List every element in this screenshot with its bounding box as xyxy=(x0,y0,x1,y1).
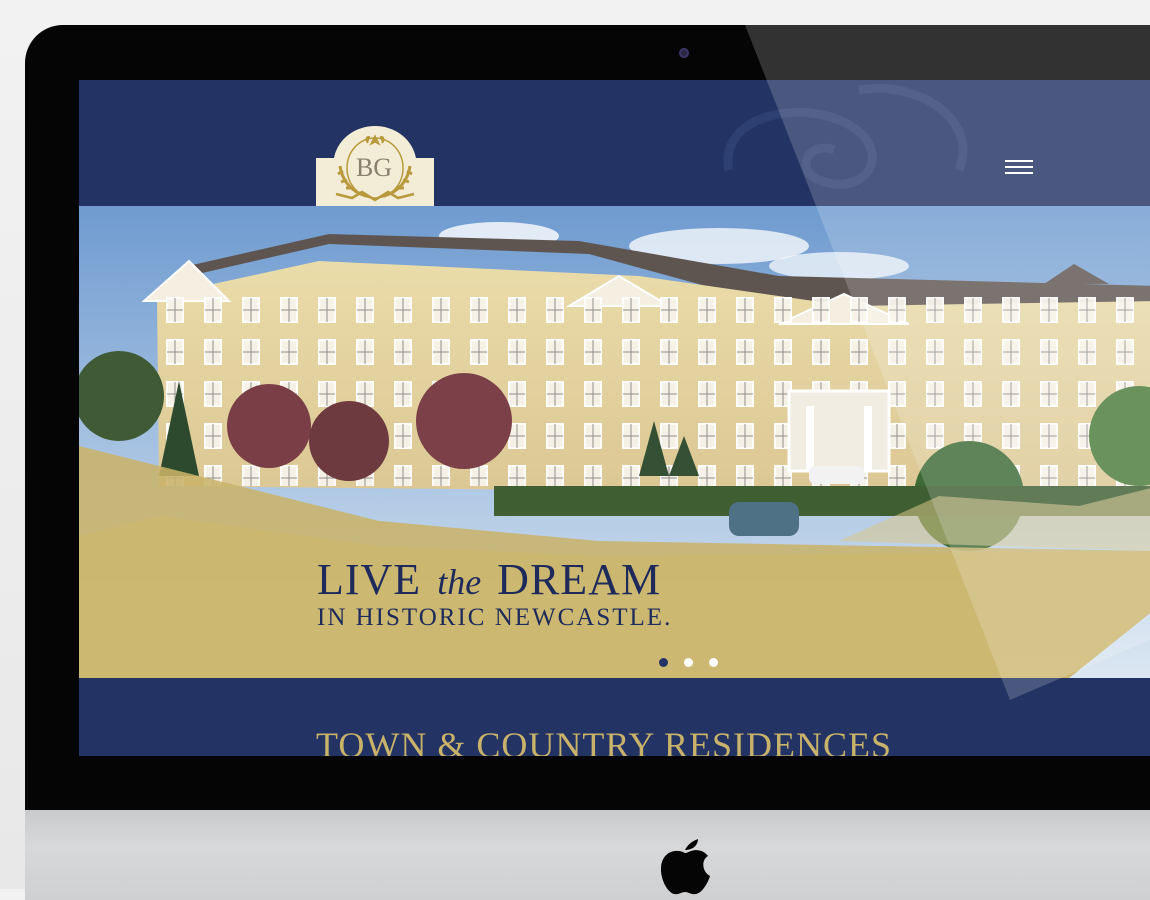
headline-live: LIVE xyxy=(317,555,422,604)
website-screen: BG LIVE the DREAM IN HISTORIC NEWCASTLE.… xyxy=(79,80,1150,756)
slider-dot-2[interactable] xyxy=(684,658,693,667)
slider-dot-3[interactable] xyxy=(709,658,718,667)
residences-section: TOWN & COUNTRY RESIDENCES xyxy=(79,678,1150,756)
apple-logo-icon xyxy=(660,839,710,895)
headline-dream: DREAM xyxy=(497,555,662,604)
hero-slider: LIVE the DREAM IN HISTORIC NEWCASTLE. xyxy=(79,206,1150,678)
logo-badge[interactable]: BG xyxy=(316,126,434,206)
section-title: TOWN & COUNTRY RESIDENCES xyxy=(316,725,893,756)
header-flourish xyxy=(723,84,968,189)
headline-the: the xyxy=(437,562,482,602)
site-header: BG xyxy=(79,80,1150,206)
hero-headline: LIVE the DREAM xyxy=(317,556,661,606)
slider-pagination xyxy=(659,654,730,672)
logo-monogram: BG xyxy=(356,153,392,182)
hamburger-menu-icon[interactable] xyxy=(1005,160,1033,178)
hero-subheadline: IN HISTORIC NEWCASTLE. xyxy=(317,604,673,631)
webcam xyxy=(679,48,689,58)
slider-dot-1[interactable] xyxy=(659,658,668,667)
monitor-chin xyxy=(25,810,1150,900)
